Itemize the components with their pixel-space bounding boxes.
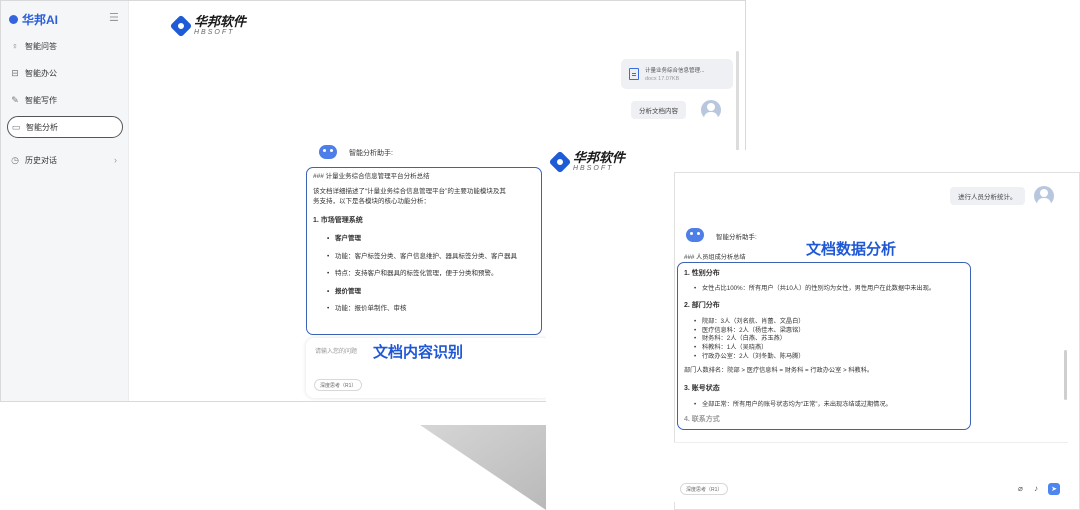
chevron-right-icon: › (114, 155, 117, 165)
attach-icon[interactable]: ⌀ (1018, 484, 1023, 493)
document-icon (629, 68, 639, 80)
sidebar-item-smart-analysis[interactable]: ▭ 智能分析 (7, 116, 123, 138)
office-icon: ⊟ (11, 67, 19, 78)
brand-logo-icon (9, 15, 18, 24)
deep-think-toggle[interactable]: 深度思考（R1） (680, 483, 729, 495)
deep-think-label: 深度思考（R1） (686, 486, 723, 493)
send-button[interactable]: ➤ (1048, 483, 1060, 495)
chat-input-box[interactable]: 深度思考（R1） ⌀ ♪ ➤ (674, 442, 1068, 502)
file-meta: docx 17.07KB (645, 76, 680, 82)
sidebar-item-smart-office[interactable]: ⊟ 智能办公 (7, 62, 123, 84)
logo-english-name: HBSOFT (573, 165, 614, 172)
deep-think-toggle[interactable]: 深度思考（R1） (314, 379, 363, 391)
chat-input-placeholder: 请输入您的问题 (315, 349, 358, 355)
hbsoft-logo-icon (548, 150, 572, 173)
pen-icon: ✎ (11, 94, 19, 105)
chat-icon: ▭ (11, 121, 21, 132)
lightbulb-icon: ♀ (11, 41, 19, 51)
user-message-bubble: 进行人员分析统计。 (950, 187, 1025, 205)
feature-label-document-recognition: 文档内容识别 (373, 344, 464, 361)
assistant-name: 智能分析助手: (716, 234, 757, 241)
sidebar-item-label: 智能问答 (25, 41, 57, 51)
logo-chinese-name: 华邦软件 (194, 14, 247, 29)
logo-chinese-name: 华邦软件 (573, 150, 626, 165)
collapse-sidebar-icon[interactable]: ☰ (109, 11, 119, 24)
user-message-bubble: 分析文档内容 (631, 101, 686, 119)
user-avatar (1034, 186, 1054, 206)
sidebar-item-label: 智能分析 (26, 122, 58, 132)
sidebar: 华邦AI ☰ ♀ 智能问答 ⊟ 智能办公 ✎ 智能写作 ▭ 智能分析 ◷ 历史对… (1, 1, 129, 401)
sidebar-brand[interactable]: 华邦AI (9, 11, 58, 28)
clock-icon: ◷ (11, 154, 19, 165)
assistant-avatar-icon (686, 228, 704, 242)
file-name: 计量业务综合信息管理... (645, 68, 705, 74)
highlight-box (306, 167, 542, 335)
sidebar-item-label: 智能办公 (25, 68, 57, 78)
sidebar-item-smart-writing[interactable]: ✎ 智能写作 (7, 89, 123, 111)
deep-think-label: 深度思考（R1） (320, 382, 357, 389)
user-avatar (701, 100, 721, 120)
sidebar-item-smart-qa[interactable]: ♀ 智能问答 (7, 35, 123, 57)
chat-scrollbar[interactable] (1064, 350, 1067, 400)
company-logo-overlay: 华邦软件 HBSOFT (548, 150, 626, 173)
company-logo: 华邦软件 HBSOFT (169, 14, 247, 37)
assistant-name: 智能分析助手: (349, 150, 393, 157)
sidebar-item-label: 历史对话 (25, 155, 57, 165)
brand-name: 华邦AI (22, 13, 59, 27)
sidebar-item-label: 智能写作 (25, 95, 57, 105)
logo-english-name: HBSOFT (194, 29, 235, 36)
assistant-avatar-icon (319, 145, 337, 159)
sidebar-item-history[interactable]: ◷ 历史对话 › (7, 149, 123, 171)
highlight-box (677, 262, 971, 430)
send-icon: ➤ (1051, 486, 1057, 493)
hbsoft-logo-icon (169, 14, 193, 37)
microphone-icon[interactable]: ♪ (1034, 484, 1038, 493)
uploaded-file-card[interactable]: 计量业务综合信息管理... docx 17.07KB (621, 59, 733, 89)
